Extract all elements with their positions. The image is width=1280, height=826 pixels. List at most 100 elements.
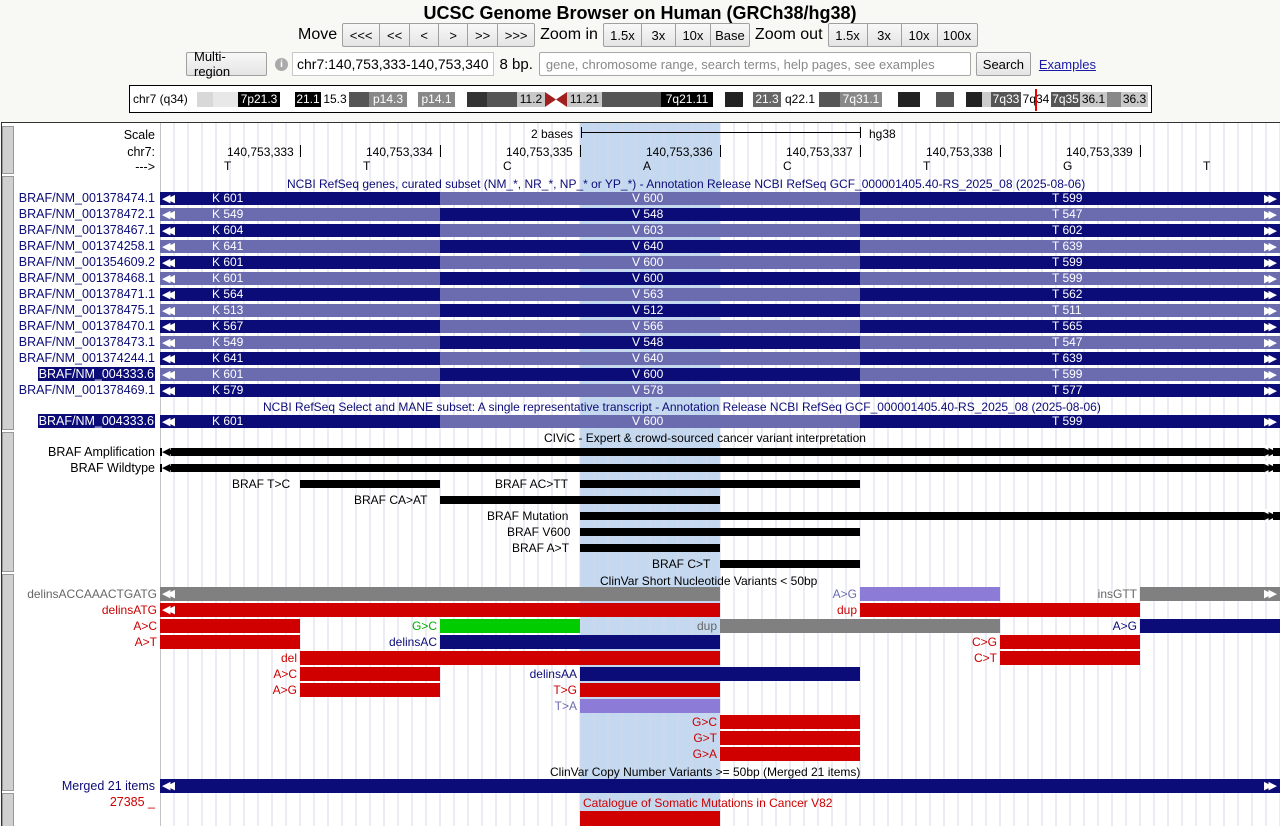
clinvar-variant-label[interactable]: delinsAA xyxy=(530,667,577,681)
clinvar-variant-label[interactable]: A>G xyxy=(833,587,857,601)
clinvar-short-side-button[interactable] xyxy=(2,574,14,791)
info-icon[interactable]: i xyxy=(275,57,288,71)
civic-label[interactable]: BRAF A>T xyxy=(512,541,569,555)
transcript-label[interactable]: BRAF/NM_001378468.1 xyxy=(19,271,155,285)
clinvar-variant-feature[interactable] xyxy=(1000,635,1140,649)
clinvar-variant-label[interactable]: A>C xyxy=(133,619,157,633)
clinvar-variant-label[interactable]: A>T xyxy=(135,635,157,649)
zoom-in-10x-button[interactable]: 10x xyxy=(674,23,711,47)
codon-block[interactable] xyxy=(160,256,440,269)
codon-block[interactable] xyxy=(160,336,440,349)
move-right-button[interactable]: > xyxy=(438,23,469,47)
clinvar-variant-label[interactable]: G>C xyxy=(692,715,717,729)
move-far-right-button[interactable]: >>> xyxy=(497,23,536,47)
clinvar-variant-feature[interactable] xyxy=(1000,651,1140,665)
clinvar-variant-label[interactable]: insGTT xyxy=(1098,587,1137,601)
clinvar-variant-label[interactable]: delinsACCAAACTGATG xyxy=(27,587,157,601)
clinvar-cnv-feature[interactable] xyxy=(160,779,1280,793)
clinvar-variant-label[interactable]: A>G xyxy=(1113,619,1137,633)
civic-label[interactable]: BRAF Amplification xyxy=(48,445,155,459)
transcript-label[interactable]: BRAF/NM_001378473.1 xyxy=(19,335,155,349)
clinvar-variant-label[interactable]: G>A xyxy=(693,747,717,761)
clinvar-variant-feature[interactable] xyxy=(720,747,860,761)
refseq-curated-side-button[interactable] xyxy=(2,176,14,430)
clinvar-variant-label[interactable]: A>C xyxy=(273,667,297,681)
clinvar-variant-feature[interactable] xyxy=(160,603,720,617)
civic-feature[interactable] xyxy=(160,448,1280,456)
civic-feature[interactable] xyxy=(580,528,860,536)
codon-block[interactable] xyxy=(160,208,440,221)
civic-label[interactable]: BRAF C>T xyxy=(652,557,710,571)
transcript-label[interactable]: BRAF/NM_004333.6 xyxy=(37,367,155,381)
civic-label[interactable]: BRAF Wildtype xyxy=(70,461,155,475)
transcript-label[interactable]: BRAF/NM_001378467.1 xyxy=(19,223,155,237)
civic-feature[interactable] xyxy=(440,496,720,504)
transcript-label[interactable]: BRAF/NM_001354609.2 xyxy=(19,255,155,269)
transcript-label[interactable]: BRAF/NM_001374244.1 xyxy=(19,351,155,365)
cosmic-label[interactable]: 27385 _ xyxy=(110,795,155,809)
clinvar-variant-feature[interactable] xyxy=(160,635,300,649)
move-far-left-button[interactable]: <<< xyxy=(342,23,381,47)
zoom-in-3x-button[interactable]: 3x xyxy=(640,23,676,47)
track-image-panel[interactable]: Scale chr7: ---> 2 bases hg38 140,753,33… xyxy=(1,122,1280,826)
codon-block[interactable] xyxy=(160,368,440,381)
clinvar-variant-label[interactable]: C>G xyxy=(972,635,997,649)
clinvar-variant-label[interactable]: dup xyxy=(697,619,717,633)
civic-feature[interactable] xyxy=(160,464,1280,472)
clinvar-variant-label[interactable]: G>C xyxy=(412,619,437,633)
move-left-button[interactable]: < xyxy=(409,23,440,47)
civic-label[interactable]: BRAF V600 xyxy=(507,525,570,539)
multi-region-button[interactable]: Multi-region xyxy=(186,49,267,79)
civic-label[interactable]: BRAF AC>TT xyxy=(495,477,568,491)
transcript-label[interactable]: BRAF/NM_001378471.1 xyxy=(19,287,155,301)
civic-label[interactable]: BRAF Mutation xyxy=(487,509,568,523)
clinvar-cnv-label[interactable]: Merged 21 items xyxy=(62,779,155,793)
move-left-2-button[interactable]: << xyxy=(379,23,411,47)
position-display[interactable]: chr7:140,753,333-140,753,340 xyxy=(292,52,494,76)
clinvar-variant-label[interactable]: dup xyxy=(837,603,857,617)
civic-feature[interactable] xyxy=(580,512,1280,520)
clinvar-variant-feature[interactable] xyxy=(160,587,720,601)
clinvar-variant-label[interactable]: T>G xyxy=(553,683,577,697)
transcript-label[interactable]: BRAF/NM_001378474.1 xyxy=(19,191,155,205)
cosmic-feature[interactable] xyxy=(580,811,720,826)
civic-feature[interactable] xyxy=(300,480,440,488)
codon-block[interactable] xyxy=(160,304,440,317)
move-right-2-button[interactable]: >> xyxy=(467,23,499,47)
civic-feature[interactable] xyxy=(580,480,860,488)
zoom-out-10x-button[interactable]: 10x xyxy=(900,23,938,47)
clinvar-variant-label[interactable]: delinsAC xyxy=(389,635,437,649)
codon-block[interactable] xyxy=(160,192,440,205)
codon-block[interactable] xyxy=(160,320,440,333)
transcript-label[interactable]: BRAF/NM_004333.6 xyxy=(37,414,155,428)
search-button[interactable]: Search xyxy=(975,52,1031,76)
zoom-base-button[interactable]: Base xyxy=(709,23,750,47)
clinvar-variant-label[interactable]: T>A xyxy=(555,699,577,713)
codon-block[interactable] xyxy=(160,224,440,237)
clinvar-variant-label[interactable]: C>T xyxy=(974,651,997,665)
examples-link[interactable]: Examples xyxy=(1039,57,1096,72)
clinvar-variant-feature[interactable] xyxy=(720,715,860,729)
civic-feature[interactable] xyxy=(580,544,720,552)
codon-block[interactable] xyxy=(160,352,440,365)
zoom-out-1.5x-button[interactable]: 1.5x xyxy=(827,23,868,47)
codon-block[interactable] xyxy=(160,240,440,253)
clinvar-variant-feature[interactable] xyxy=(860,587,1000,601)
search-input[interactable]: gene, chromosome range, search terms, he… xyxy=(538,52,971,76)
transcript-label[interactable]: BRAF/NM_001378469.1 xyxy=(19,383,155,397)
transcript-label[interactable]: BRAF/NM_001378470.1 xyxy=(19,319,155,333)
clinvar-variant-label[interactable]: del xyxy=(281,651,297,665)
clinvar-variant-feature[interactable] xyxy=(720,619,1000,633)
clinvar-cnv-side-button[interactable] xyxy=(2,793,14,826)
clinvar-variant-feature[interactable] xyxy=(1140,587,1280,601)
clinvar-variant-feature[interactable] xyxy=(580,667,860,681)
civic-label[interactable]: BRAF CA>AT xyxy=(354,493,427,507)
clinvar-variant-feature[interactable] xyxy=(440,619,580,633)
transcript-label[interactable]: BRAF/NM_001378475.1 xyxy=(19,303,155,317)
codon-block[interactable] xyxy=(160,384,440,397)
civic-side-button[interactable] xyxy=(2,432,14,572)
clinvar-variant-label[interactable]: G>T xyxy=(693,731,717,745)
zoom-in-1.5x-button[interactable]: 1.5x xyxy=(602,23,642,47)
clinvar-variant-feature[interactable] xyxy=(580,699,720,713)
clinvar-variant-label[interactable]: delinsATG xyxy=(102,603,157,617)
